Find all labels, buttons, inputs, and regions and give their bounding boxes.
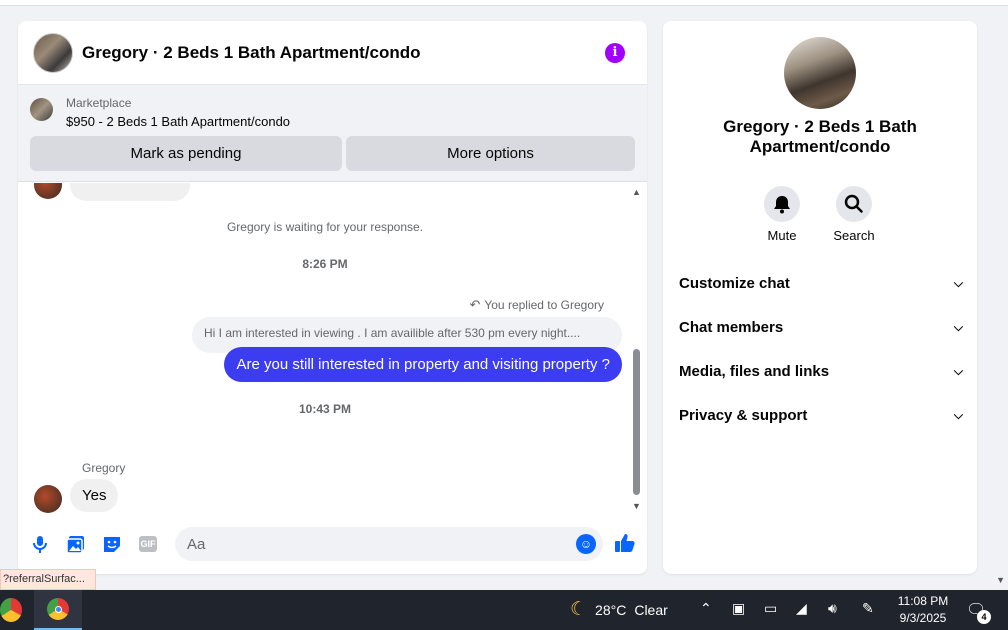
chat-members-label: Chat members (679, 318, 784, 336)
chrome-taskbar-button[interactable] (34, 590, 82, 630)
marketplace-banner: Marketplace $950 - 2 Beds 1 Bath Apartme… (18, 85, 647, 182)
chevron-up-icon[interactable]: ⌃ (700, 600, 712, 617)
customize-chat-label: Customize chat (679, 274, 790, 292)
chrome-profile-icon[interactable] (0, 598, 22, 622)
conversation-title: Gregory · 2 Beds 1 Bath Apartment/condo (723, 117, 917, 156)
chevron-down-icon: ⌵ (953, 275, 963, 290)
clock[interactable]: 11:08 PM 9/3/2025 (890, 593, 956, 627)
chat-avatar[interactable] (33, 32, 73, 73)
taskbar: ☾ 28°C Clear ⌃ ▣ ▭ ◢ 🔊︎ ✎ 11:08 PM 9/3/2… (0, 590, 1008, 630)
battery-icon[interactable]: ▭ (764, 600, 777, 617)
weather-widget[interactable]: ☾ 28°C Clear (570, 598, 668, 621)
top-bar (0, 0, 1008, 6)
sent-message[interactable]: Are you still interested in property and… (224, 347, 622, 382)
message-input-box[interactable]: ☺ (175, 527, 603, 561)
page-scroll-down-arrow-icon[interactable]: ▼ (996, 575, 1005, 585)
chevron-down-icon: ⌵ (953, 407, 963, 422)
chat-members-row[interactable]: Chat members ⌵ (679, 315, 963, 339)
weather-condition: Clear (634, 601, 668, 618)
listing-thumbnail[interactable] (30, 98, 53, 121)
more-options-button[interactable]: More options (346, 136, 635, 171)
message-list: Gregory is waiting for your response. 8:… (18, 183, 647, 516)
pen-icon[interactable]: ✎ (862, 600, 874, 617)
info-icon[interactable]: i (605, 43, 625, 63)
moon-icon: ☾ (570, 599, 588, 620)
media-files-links-row[interactable]: Media, files and links ⌵ (679, 359, 963, 383)
chat-panel: Gregory · 2 Beds 1 Bath Apartment/condo … (18, 21, 647, 574)
privacy-support-label: Privacy & support (679, 406, 808, 424)
sender-name: Gregory (82, 461, 126, 475)
chevron-down-icon: ⌵ (953, 319, 963, 334)
chat-header: Gregory · 2 Beds 1 Bath Apartment/condo … (18, 21, 647, 85)
listing-title[interactable]: $950 - 2 Beds 1 Bath Apartment/condo (66, 114, 290, 129)
sender-avatar[interactable] (34, 485, 62, 513)
timestamp: 10:43 PM (298, 402, 352, 416)
sticker-icon[interactable] (101, 533, 123, 555)
speaker-icon[interactable]: 🔊︎ (828, 600, 837, 617)
chat-title[interactable]: Gregory · 2 Beds 1 Bath Apartment/condo (82, 43, 420, 63)
mark-as-pending-button[interactable]: Mark as pending (30, 136, 342, 171)
avatar (34, 183, 62, 199)
gif-icon[interactable]: GIF (139, 536, 157, 552)
temperature: 28°C (595, 601, 627, 618)
time: 11:08 PM (897, 594, 949, 608)
reply-icon: ↶ (469, 297, 481, 312)
reply-indicator: ↶ You replied to Gregory (469, 297, 604, 313)
mute-button[interactable]: Mute (752, 186, 812, 243)
scrollbar-thumb[interactable] (633, 349, 640, 495)
composer: GIF ☺ (18, 521, 647, 567)
received-message[interactable]: Yes (70, 479, 119, 512)
search-label: Search (833, 228, 875, 243)
conversation-details-panel: Gregory · 2 Beds 1 Bath Apartment/condo … (663, 21, 977, 574)
date: 9/3/2025 (899, 611, 947, 625)
chevron-down-icon: ⌵ (953, 363, 963, 378)
search-button[interactable]: Search (824, 186, 884, 243)
chrome-icon[interactable] (47, 598, 69, 620)
reply-label: You replied to Gregory (484, 298, 604, 312)
search-icon[interactable] (836, 186, 872, 222)
timestamp: 8:26 PM (302, 257, 348, 271)
message-scrollbar[interactable]: ▲ ▼ (630, 187, 642, 517)
media-files-links-label: Media, files and links (679, 362, 830, 380)
marketplace-label: Marketplace (66, 96, 132, 110)
privacy-support-row[interactable]: Privacy & support ⌵ (679, 403, 963, 427)
scroll-up-arrow-icon[interactable]: ▲ (632, 187, 641, 197)
scroll-down-arrow-icon[interactable]: ▼ (632, 501, 641, 511)
meet-now-icon[interactable]: ▣ (732, 600, 745, 617)
bell-icon[interactable] (764, 186, 800, 222)
notification-count-badge: 4 (977, 610, 991, 624)
thumbs-up-icon[interactable] (613, 531, 637, 555)
microphone-icon[interactable] (29, 533, 51, 555)
profile-avatar[interactable] (784, 37, 856, 109)
message-bubble (70, 183, 190, 201)
photo-icon[interactable] (65, 533, 87, 555)
message-input[interactable] (187, 527, 567, 561)
mute-label: Mute (767, 228, 797, 243)
waiting-notice: Gregory is waiting for your response. (226, 220, 424, 234)
customize-chat-row[interactable]: Customize chat ⌵ (679, 271, 963, 295)
status-url-tooltip: ?referralSurfac... (0, 569, 96, 590)
wifi-icon[interactable]: ◢ (796, 600, 807, 617)
emoji-icon[interactable]: ☺ (576, 534, 596, 554)
